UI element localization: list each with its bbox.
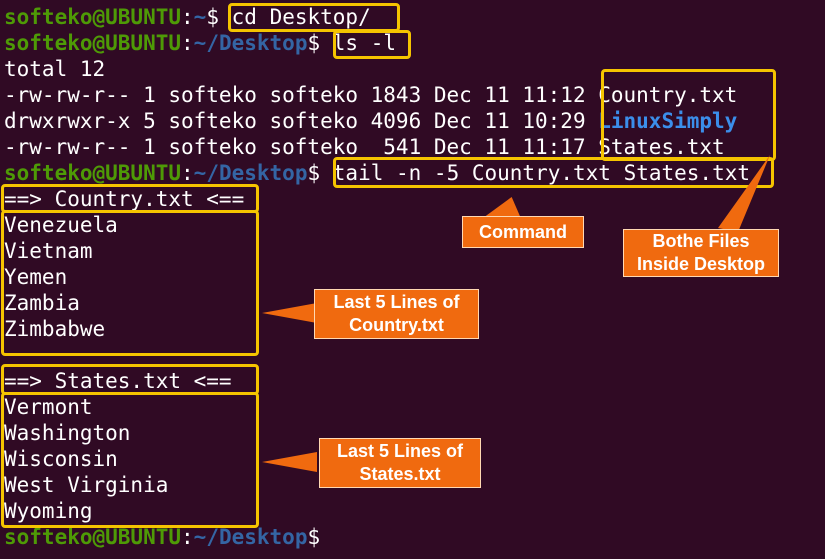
prompt-path: ~/Desktop	[193, 161, 308, 185]
command-callout-arrow	[484, 197, 530, 217]
files-callout-line2: Inside Desktop	[636, 254, 766, 274]
states-line: West Virginia	[4, 473, 169, 497]
prompt-colon: :	[181, 31, 194, 55]
ls-row-filename: Country.txt	[598, 83, 738, 107]
prompt-colon: :	[181, 525, 194, 549]
prompt-dollar: $	[307, 525, 321, 549]
prompt-dollar: $	[206, 5, 219, 29]
country-callout-arrow	[262, 303, 317, 323]
terminal-window[interactable]: softeko@UBUNTU:~$ cd Desktop/ softeko@UB…	[0, 0, 825, 559]
command-callout: Command	[462, 216, 584, 248]
ls-total: total 12	[4, 57, 106, 81]
country-line: Yemen	[4, 265, 68, 289]
prompt-dollar: $	[307, 31, 321, 55]
ls-row-meta: drwxrwxr-x 5 softeko softeko 4096 Dec 11…	[4, 109, 599, 133]
country-header: ==> Country.txt <==	[4, 187, 245, 211]
command-ls: ls -l	[332, 31, 396, 55]
country-line: Zimbabwe	[4, 317, 106, 341]
states-callout-arrow	[262, 452, 317, 472]
ls-row: drwxrwxr-x 5 softeko softeko 4096 Dec 11…	[4, 108, 737, 134]
ls-row: -rw-rw-r-- 1 softeko softeko 1843 Dec 11…	[4, 82, 737, 108]
states-callout: Last 5 Lines of States.txt	[319, 438, 481, 488]
ls-row: -rw-rw-r-- 1 softeko softeko 541 Dec 11 …	[4, 134, 725, 160]
country-callout-line1: Last 5 Lines of	[333, 292, 460, 312]
ls-row-meta: -rw-rw-r-- 1 softeko softeko 541 Dec 11 …	[4, 135, 599, 159]
ls-row-meta: -rw-rw-r-- 1 softeko softeko 1843 Dec 11…	[4, 83, 599, 107]
prompt-line-cd: softeko@UBUNTU:~$ cd Desktop/	[4, 4, 371, 30]
states-callout-line2: States.txt	[359, 464, 441, 484]
files-callout-line1: Bothe Files	[652, 231, 750, 251]
files-callout: Bothe Files Inside Desktop	[623, 229, 779, 277]
states-line: Wyoming	[4, 499, 93, 523]
country-callout-line2: Country.txt	[349, 315, 444, 335]
prompt-dollar: $	[307, 161, 321, 185]
country-line: Venezuela	[4, 213, 118, 237]
country-callout: Last 5 Lines of Country.txt	[314, 289, 479, 339]
prompt-user: softeko@UBUNTU	[4, 525, 182, 549]
states-line: Washington	[4, 421, 131, 445]
prompt-line-ls: softeko@UBUNTU:~/Desktop$ ls -l	[4, 30, 396, 56]
country-line: Vietnam	[4, 239, 93, 263]
ls-row-dirname: LinuxSimply	[598, 109, 738, 133]
prompt-colon: :	[181, 5, 194, 29]
prompt-user: softeko@UBUNTU	[4, 31, 182, 55]
states-line: Vermont	[4, 395, 93, 419]
prompt-user: softeko@UBUNTU	[4, 5, 182, 29]
states-line: Wisconsin	[4, 447, 118, 471]
states-callout-line1: Last 5 Lines of	[336, 441, 464, 461]
country-line: Zambia	[4, 291, 80, 315]
prompt-line-final[interactable]: softeko@UBUNTU:~/Desktop$	[4, 524, 320, 550]
prompt-path: ~/Desktop	[193, 525, 308, 549]
prompt-path: ~	[193, 5, 207, 29]
command-cd: cd Desktop/	[231, 5, 371, 29]
states-header: ==> States.txt <==	[4, 369, 232, 393]
prompt-user: softeko@UBUNTU	[4, 161, 182, 185]
files-callout-arrow	[718, 155, 770, 232]
prompt-line-tail: softeko@UBUNTU:~/Desktop$ tail -n -5 Cou…	[4, 160, 750, 186]
prompt-colon: :	[181, 161, 194, 185]
command-callout-label: Command	[478, 221, 567, 242]
prompt-path: ~/Desktop	[193, 31, 308, 55]
